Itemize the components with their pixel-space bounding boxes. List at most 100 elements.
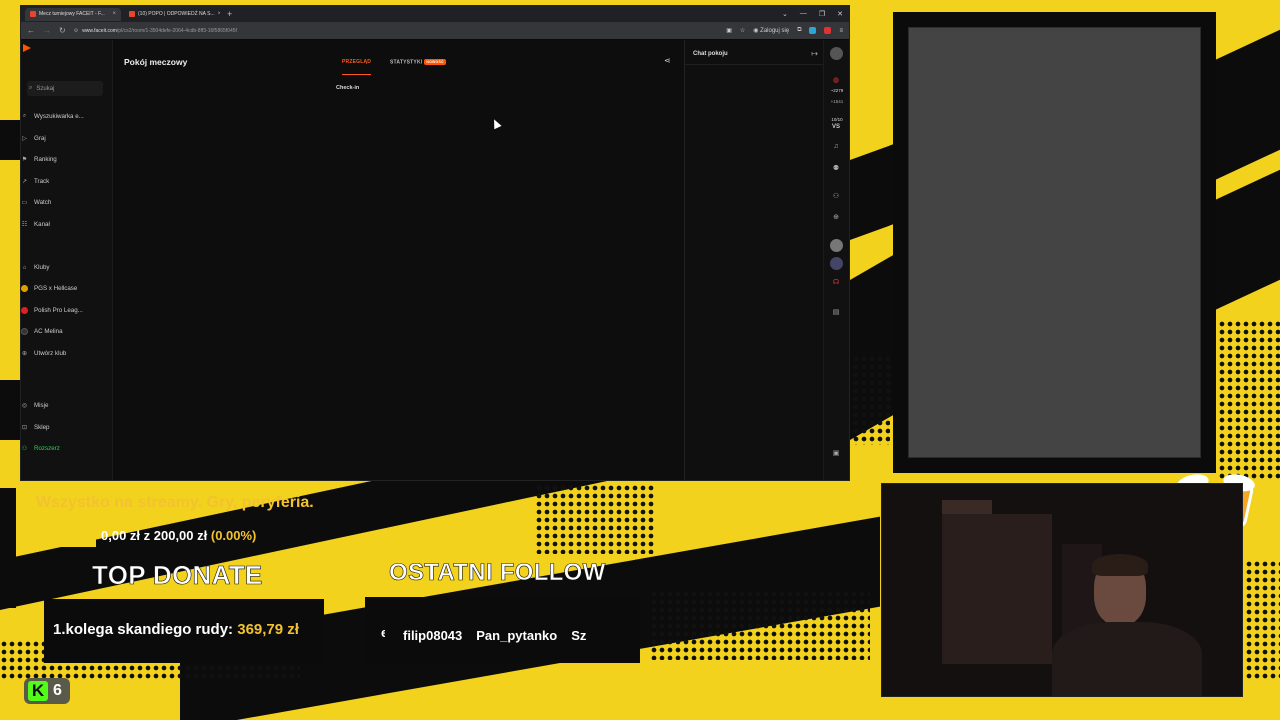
donate-name: kolega skandiego rudy: [65, 621, 234, 638]
sidebar-item-channel[interactable]: ☷ Kanał [21, 221, 50, 228]
follow-item: Pan_pytanko [476, 628, 558, 643]
follow-item: filip08043 [403, 628, 463, 643]
search-input[interactable]: ⌕ Szukaj [27, 81, 103, 96]
browser-tab-youtube[interactable]: (10) POPO | ODPOWIEDŹ NA S... × [124, 8, 220, 21]
browser-tab-faceit[interactable]: Mecz turniejowy FACEIT - F... × [25, 7, 121, 21]
tab-bar: Mecz turniejowy FACEIT - F... × (10) POP… [21, 6, 849, 22]
channel-icon: ☷ [21, 222, 28, 228]
goal-percent: (0.00%) [210, 528, 257, 543]
sidebar-item-label: Misje [34, 402, 49, 409]
minimize-icon[interactable]: — [800, 10, 807, 18]
extension-red-icon[interactable] [824, 27, 832, 34]
headset-icon[interactable]: ☊ [829, 278, 843, 286]
browser-tab-label: (10) POPO | ODPOWIEDŹ NA S... [138, 11, 215, 17]
collapse-chat-icon[interactable]: ↦ [811, 49, 818, 58]
bg-dots [1245, 560, 1280, 680]
sidebar-item-label: Ranking [34, 156, 57, 163]
top-donate-heading: TOP DONATE [92, 560, 263, 591]
party-icon[interactable]: ⚇ [829, 192, 843, 200]
sidebar-item-label: Wyszukiwarka e... [34, 113, 84, 120]
bell-icon[interactable]: ♫ [829, 143, 843, 150]
bg-stripe [0, 488, 16, 608]
avatar[interactable] [830, 47, 843, 60]
sidebar-item-missions[interactable]: ◎ Misje [21, 402, 49, 409]
sidebar-item-shop[interactable]: ⊡ Sklep [21, 424, 50, 431]
new-tab-icon[interactable]: + [223, 9, 236, 19]
kick-logo-icon: K [28, 681, 48, 701]
sidebar-item-search-engine[interactable]: ⌕ Wyszukiwarka e... [21, 113, 84, 120]
main-content: Pokój meczowy PRZEGLĄD STATYSTYKI NOWOŚĆ … [113, 40, 691, 480]
webcam-background [942, 514, 1052, 664]
chat-title: Chat pokoju [693, 51, 728, 57]
close-window-icon[interactable]: ✕ [837, 10, 843, 18]
sidebar-item-clubs[interactable]: ⌂ Kluby [21, 264, 50, 271]
back-icon[interactable]: ← [27, 26, 35, 35]
plus-circle-icon: ⊕ [21, 351, 28, 357]
sidebar-item-club[interactable]: Polish Pro Leag... [21, 307, 83, 314]
url-text: www.faceit.com/pl/cs2/room/1-3504defe-20… [82, 27, 237, 34]
follow-item: e [381, 625, 385, 640]
menu-icon[interactable]: ≡ [839, 28, 843, 34]
bg-dots [1218, 320, 1280, 480]
missions-icon: ◎ [21, 403, 28, 409]
latest-follow-heading: OSTATNI FOLLOW [389, 559, 606, 587]
faceit-app: ⌕ Szukaj ⌕ Wyszukiwarka e... ▷ Graj ⚑ Ranki… [21, 40, 849, 480]
sidebar-item-create-club[interactable]: ⊕ Utwórz klub [21, 350, 66, 357]
mouse-cursor-icon [490, 117, 502, 130]
match-vs-icon[interactable]: VS [829, 124, 843, 130]
sidebar-item-club[interactable]: AC Melina [21, 328, 63, 335]
bg-stripe [0, 380, 20, 440]
sidebar-item-label: Kluby [34, 264, 50, 271]
extensions-icon[interactable]: ⧉ [797, 27, 801, 34]
sidebar-item-label: Sklep [34, 424, 50, 431]
friends-icon[interactable]: ⚉ [829, 164, 843, 172]
sidebar-item-label: Watch [34, 199, 52, 206]
url-field[interactable]: ⚙ www.faceit.com/pl/cs2/room/1-3504defe-… [74, 28, 719, 34]
sidebar-item-label: AC Melina [34, 328, 63, 335]
webcam-person-body [1052, 622, 1202, 696]
tab-statistics[interactable]: STATYSTYKI NOWOŚĆ [390, 59, 446, 65]
window-controls: ⌄ — ❐ ✕ [782, 10, 849, 18]
sidebar-item-ranking[interactable]: ⚑ Ranking [21, 156, 57, 163]
follow-item: Sz [571, 628, 587, 643]
bookmark-star-icon[interactable]: ☆ [740, 27, 745, 34]
close-icon[interactable]: × [112, 11, 116, 17]
site-info-icon[interactable]: ⚙ [74, 28, 78, 34]
screenshot-icon[interactable]: ▣ [726, 27, 732, 34]
extension-blue-icon[interactable] [809, 27, 817, 34]
restore-icon[interactable]: ❐ [819, 10, 825, 18]
sidebar-item-watch[interactable]: ▭ Watch [21, 199, 52, 206]
shop-icon: ⊡ [21, 425, 28, 431]
share-icon[interactable]: ⋖ [664, 56, 671, 65]
faceit-level-icon: ◍ [832, 77, 840, 84]
sidebar-item-club[interactable]: PGS x Hellcase [21, 285, 77, 292]
latest-follow-box: e filip08043 Pan_pytanko Sz [365, 597, 640, 663]
faceit-logo-icon[interactable] [23, 44, 31, 52]
profile-login-button[interactable]: ◉ Zaloguj się [753, 27, 789, 34]
bg-stripe [1215, 29, 1280, 180]
add-icon[interactable]: ⊕ [829, 213, 843, 221]
club-avatar [21, 285, 28, 292]
ranking-icon: ⚑ [21, 157, 28, 163]
close-icon[interactable]: × [218, 11, 220, 17]
frame-placeholder [908, 27, 1201, 458]
sidebar-item-play[interactable]: ▷ Graj [21, 135, 46, 142]
friend-avatar[interactable] [830, 257, 843, 270]
reload-icon[interactable]: ↻ [59, 26, 66, 35]
sidebar-item-label: Polish Pro Leag... [34, 307, 83, 314]
bg-dots [535, 484, 655, 554]
track-icon: ↗ [21, 179, 28, 185]
bg-dots [650, 590, 870, 660]
sidebar-item-expand[interactable]: ⚇ Rozszerz [21, 445, 60, 452]
browser-tab-label: Mecz turniejowy FACEIT - F... [39, 11, 105, 17]
faceit-bot-icon[interactable]: ▣ [829, 449, 843, 457]
club-avatar [21, 328, 28, 335]
tab-overview-label: PRZEGLĄD [342, 59, 372, 65]
donation-goal-amount: 0,00 zł z 200,00 zł (0.00%) [101, 528, 256, 543]
forward-icon[interactable]: → [43, 26, 51, 35]
friend-avatar[interactable] [830, 239, 843, 252]
chevron-down-icon[interactable]: ⌄ [782, 10, 788, 18]
tab-overview[interactable]: PRZEGLĄD [342, 59, 372, 75]
team-icon[interactable]: ▤ [829, 308, 843, 316]
sidebar-item-track[interactable]: ↗ Track [21, 178, 49, 185]
